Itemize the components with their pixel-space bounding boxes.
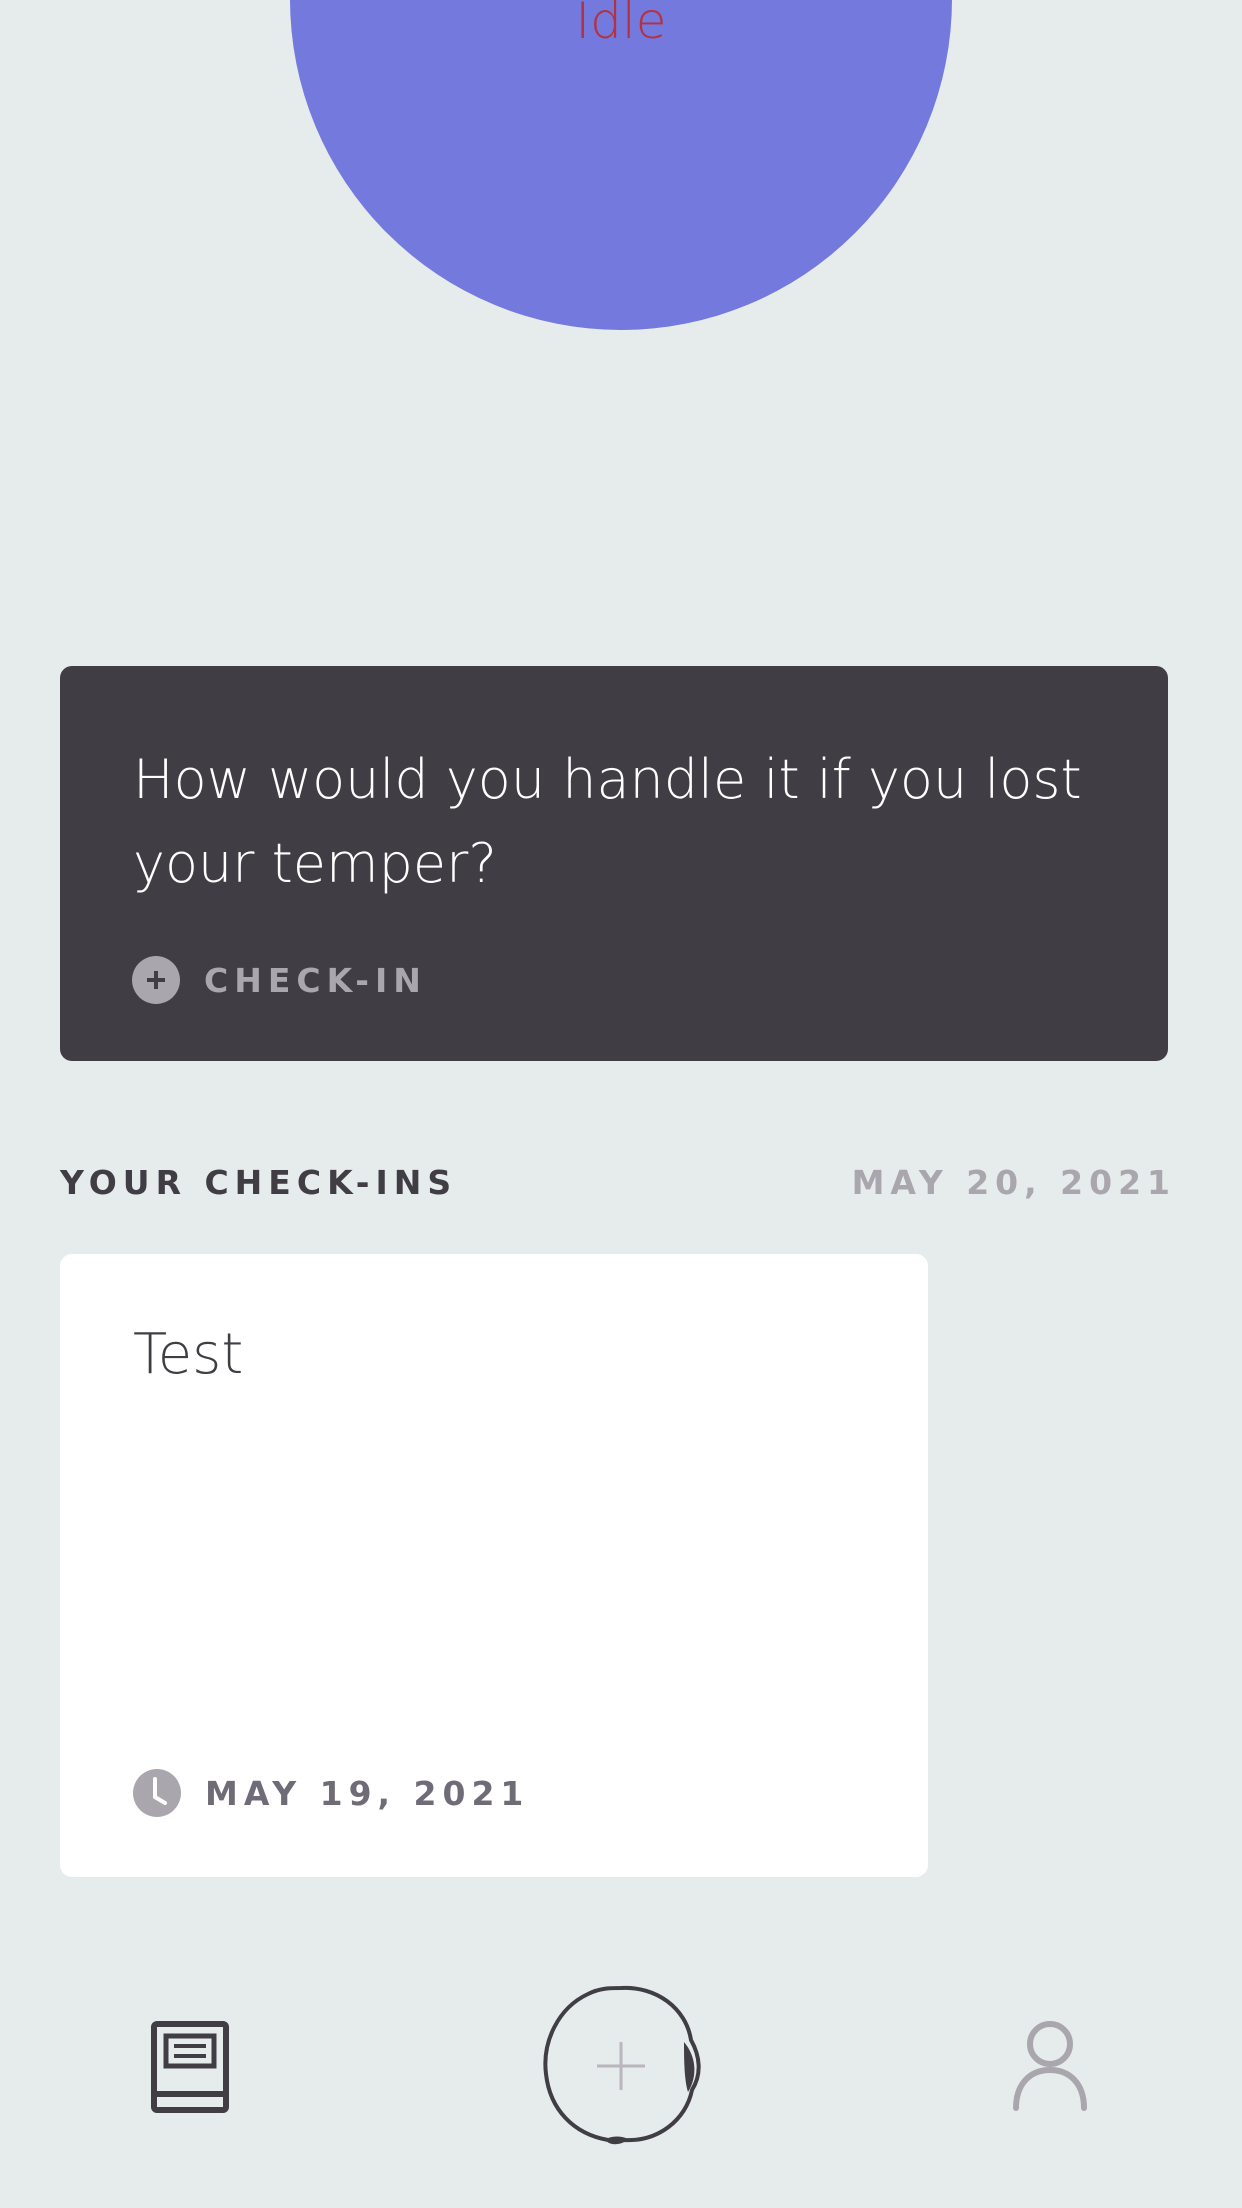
check-in-title: Test (133, 1322, 244, 1387)
tab-add[interactable] (538, 1982, 704, 2148)
check-in-button[interactable]: CHECK-IN (132, 956, 427, 1004)
tab-journal[interactable] (150, 2020, 234, 2114)
section-title: YOUR CHECK-INS (60, 1163, 458, 1202)
check-in-card[interactable]: Test MAY 19, 2021 (60, 1254, 928, 1877)
tab-profile[interactable] (1010, 2020, 1090, 2112)
journal-icon (151, 2021, 229, 2113)
check-in-meta: MAY 19, 2021 (133, 1769, 529, 1817)
check-in-date: MAY 19, 2021 (205, 1773, 530, 1813)
prompt-question: How would you handle it if you lost your… (133, 748, 1082, 895)
section-date: MAY 20, 2021 (851, 1163, 1176, 1202)
mood-label: Idle (575, 0, 667, 50)
clock-icon (133, 1769, 181, 1817)
add-entry-icon (543, 1985, 701, 2145)
mood-circle[interactable]: Idle (290, 0, 952, 330)
tab-bar (0, 1960, 1242, 2208)
prompt-card: How would you handle it if you lost your… (60, 666, 1168, 1061)
check-in-label: CHECK-IN (204, 960, 427, 1000)
profile-icon (1013, 2021, 1087, 2111)
plus-icon (132, 956, 180, 1004)
